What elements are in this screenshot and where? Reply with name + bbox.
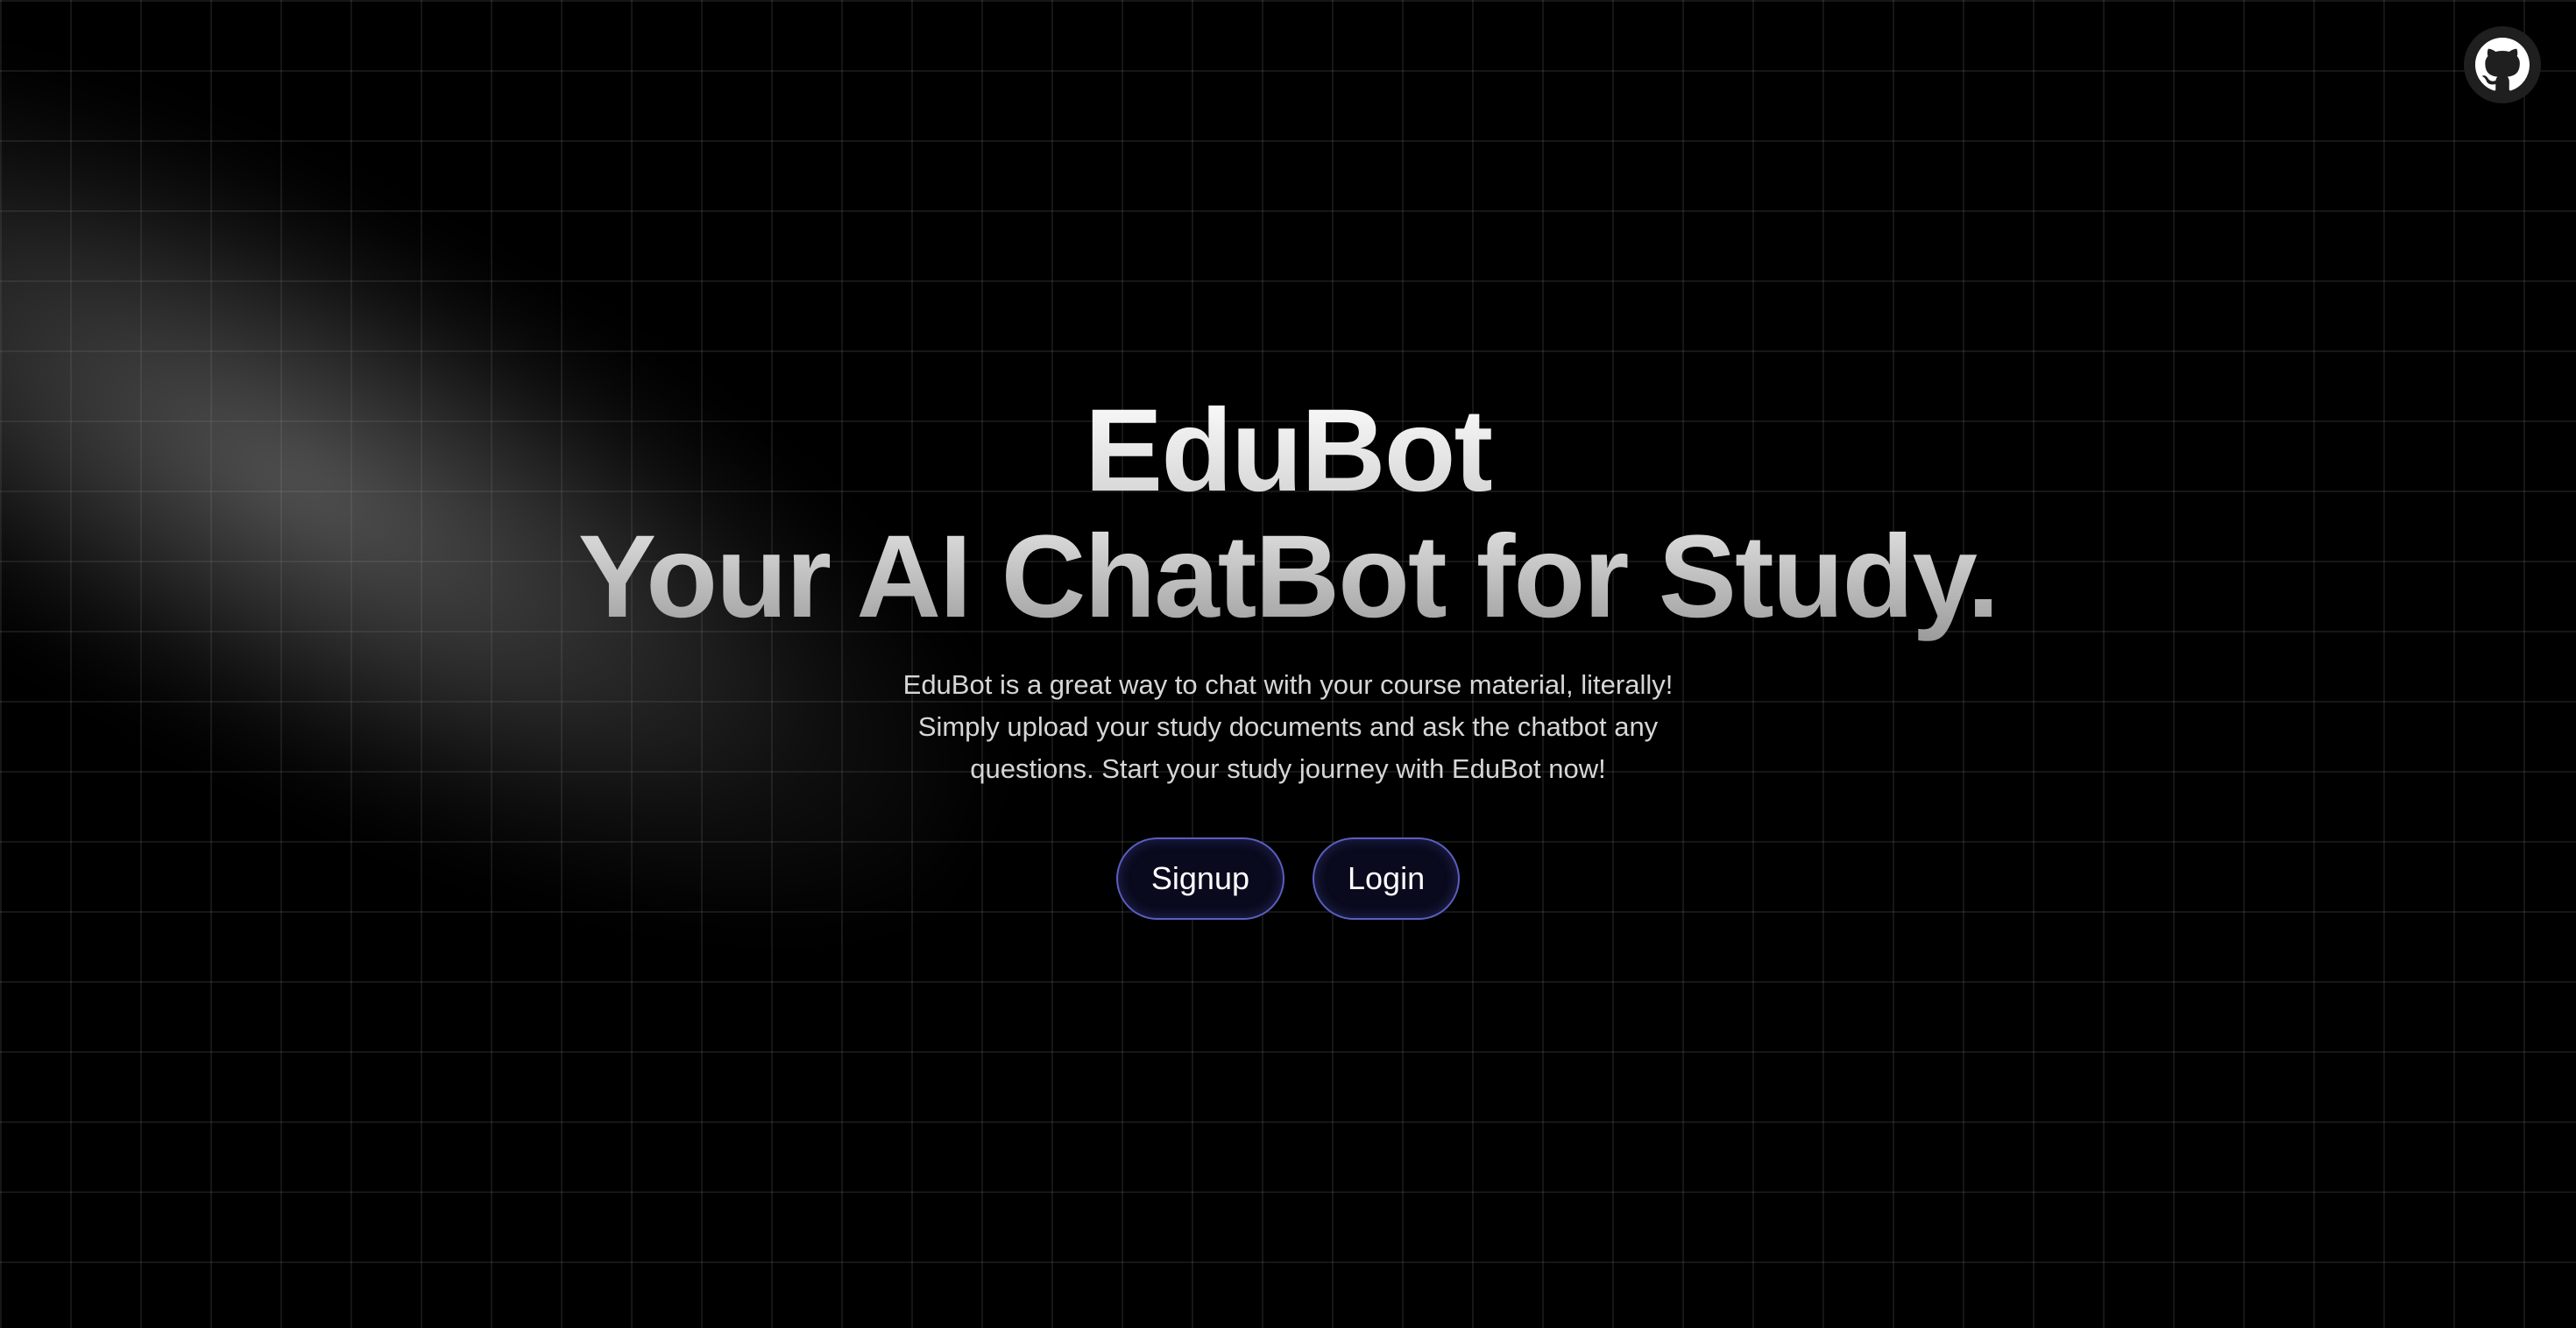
- hero-actions: Signup Login: [1115, 837, 1461, 920]
- github-icon: [2475, 38, 2530, 92]
- hero-description: EduBot is a great way to chat with your …: [902, 669, 1674, 784]
- signup-button[interactable]: Signup: [1115, 837, 1284, 920]
- github-link[interactable]: [2464, 26, 2541, 103]
- hero-section: EduBot Your AI ChatBot for Study. EduBot…: [0, 385, 2576, 920]
- login-button[interactable]: Login: [1313, 837, 1461, 920]
- hero-title: EduBot: [1084, 385, 1493, 516]
- landing-page: EduBot Your AI ChatBot for Study. EduBot…: [0, 0, 2576, 1328]
- hero-subtitle: Your AI ChatBot for Study.: [577, 512, 1999, 642]
